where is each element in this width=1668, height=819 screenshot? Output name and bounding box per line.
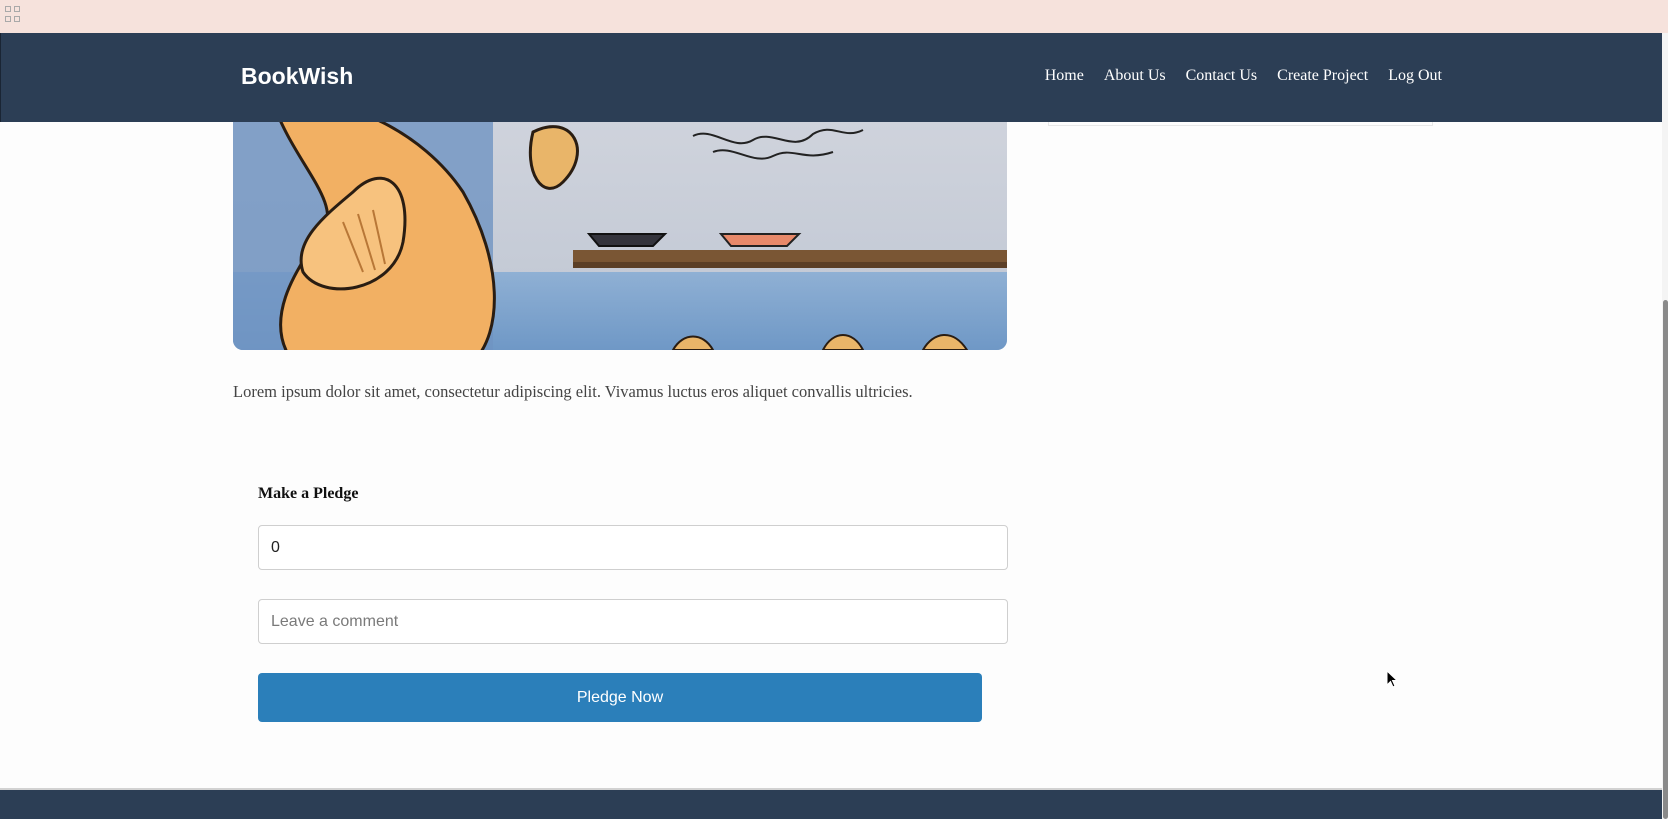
nav-logout-link[interactable]: Log Out <box>1388 67 1442 85</box>
nav-contact-link[interactable]: Contact Us <box>1186 67 1258 85</box>
browser-top-strip <box>0 0 1668 33</box>
nav-create-project-link[interactable]: Create Project <box>1277 67 1368 85</box>
pledge-amount-input[interactable] <box>258 525 1008 570</box>
apps-grid-icon[interactable] <box>5 6 21 22</box>
project-hero-image <box>233 122 1007 350</box>
pledge-form-title: Make a Pledge <box>258 485 359 502</box>
brand-logo[interactable]: BookWish <box>241 63 353 90</box>
nav-links: Home About Us Contact Us Create Project … <box>1045 67 1442 85</box>
project-description: Lorem ipsum dolor sit amet, consectetur … <box>233 382 913 401</box>
project-page: Lorem ipsum dolor sit amet, consectetur … <box>0 122 1662 789</box>
nav-home-link[interactable]: Home <box>1045 67 1084 85</box>
nav-about-link[interactable]: About Us <box>1104 67 1166 85</box>
pledge-now-button[interactable]: Pledge Now <box>258 673 982 722</box>
project-sidebar-card <box>1048 122 1433 126</box>
navbar: BookWish Home About Us Contact Us Create… <box>0 33 1668 122</box>
footer <box>0 788 1662 819</box>
scrollbar-thumb[interactable] <box>1663 300 1668 819</box>
pledge-comment-input[interactable] <box>258 599 1008 644</box>
